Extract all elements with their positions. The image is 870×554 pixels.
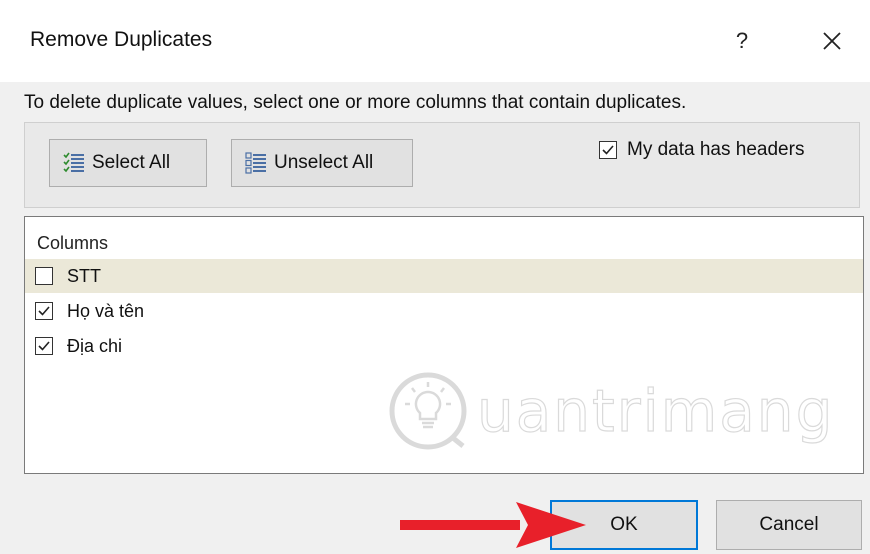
unselect-all-icon	[245, 152, 266, 174]
dialog-title: Remove Duplicates	[30, 28, 213, 51]
column-item-dia-chi[interactable]: Địa chi	[25, 329, 863, 363]
help-button[interactable]: ?	[716, 16, 768, 66]
columns-list: Columns STT Họ và tên Địa chi	[24, 216, 864, 474]
unselect-all-label: Unselect All	[274, 152, 374, 173]
column-label: STT	[67, 265, 101, 286]
column-label: Họ và tên	[67, 300, 145, 321]
column-item-ho-va-ten[interactable]: Họ và tên	[25, 294, 863, 328]
close-button[interactable]	[802, 16, 862, 66]
check-icon	[602, 145, 614, 155]
headers-checkbox-box[interactable]	[599, 141, 617, 159]
column-item-stt[interactable]: STT	[25, 259, 863, 293]
select-all-icon	[63, 152, 84, 173]
title-bar: Remove Duplicates ?	[0, 0, 870, 82]
instruction-text: To delete duplicate values, select one o…	[24, 92, 687, 113]
check-icon	[38, 306, 50, 316]
headers-checkbox-label: My data has headers	[627, 139, 805, 160]
column-checkbox[interactable]	[35, 337, 53, 355]
ok-button[interactable]: OK	[550, 500, 698, 550]
dialog-body: To delete duplicate values, select one o…	[0, 82, 870, 554]
check-icon	[38, 341, 50, 351]
close-icon	[823, 32, 841, 50]
unselect-all-button[interactable]: Unselect All	[231, 139, 413, 187]
columns-header: Columns	[37, 233, 109, 253]
column-checkbox[interactable]	[35, 302, 53, 320]
headers-checkbox[interactable]: My data has headers	[599, 139, 804, 161]
column-label: Địa chi	[67, 335, 123, 356]
toolbar-panel: Select All Unselect All My data has head…	[24, 122, 860, 208]
cancel-button[interactable]: Cancel	[716, 500, 862, 550]
select-all-label: Select All	[92, 152, 171, 173]
select-all-button[interactable]: Select All	[49, 139, 207, 187]
column-checkbox[interactable]	[35, 267, 53, 285]
